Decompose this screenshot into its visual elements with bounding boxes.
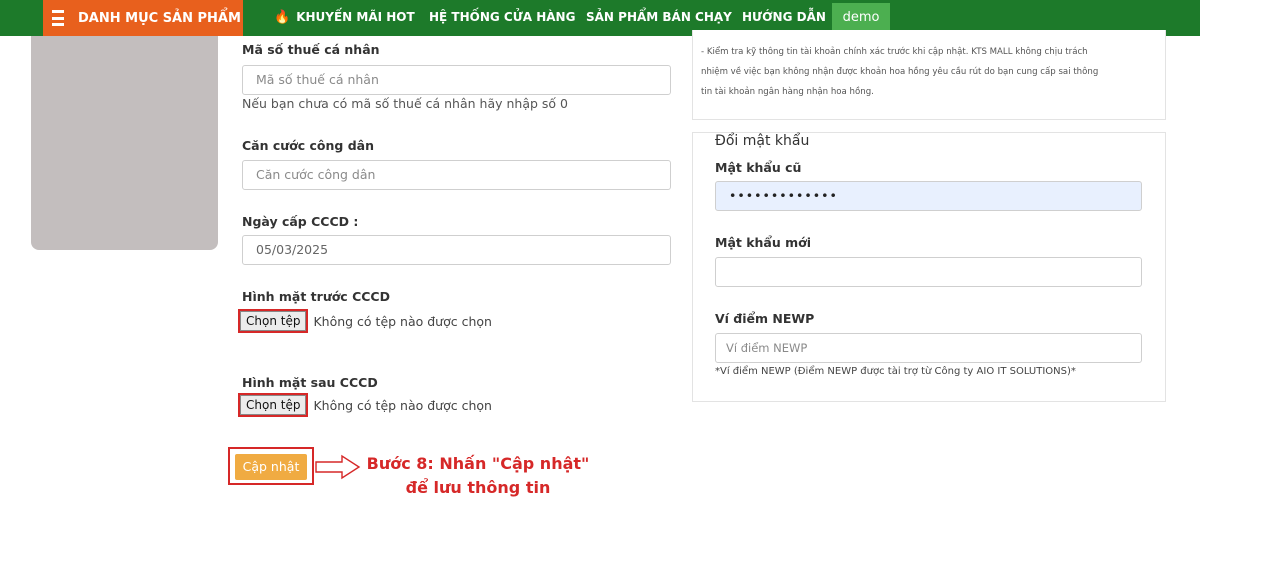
new-password-input[interactable]: [715, 257, 1142, 287]
front-image-choose-file-button[interactable]: Chọn tệp: [238, 309, 309, 333]
new-password-label: Mật khẩu mới: [715, 235, 811, 250]
bank-notice-line: tin tài khoản ngân hàng nhận hoa hồng.: [701, 87, 874, 97]
newp-wallet-input[interactable]: Ví điểm NEWP: [715, 333, 1142, 363]
front-image-file-picker: Chọn tệp Không có tệp nào được chọn: [238, 309, 492, 333]
old-password-label: Mật khẩu cũ: [715, 160, 802, 175]
nav-item-store-system[interactable]: HỆ THỐNG CỬA HÀNG: [429, 0, 575, 36]
nav-item-hot-deals[interactable]: 🔥 KHUYẾN MÃI HOT: [274, 0, 415, 36]
menu-icon: [52, 10, 64, 26]
citizen-id-input[interactable]: Căn cước công dân: [242, 160, 671, 190]
change-password-title: Đổi mật khẩu: [715, 133, 810, 149]
step-annotation-line2: để lưu thông tin: [405, 478, 551, 497]
category-menu-label: DANH MỤC SẢN PHẨM: [78, 10, 241, 26]
citizen-id-label: Căn cước công dân: [242, 138, 374, 153]
category-menu-button[interactable]: DANH MỤC SẢN PHẨM: [43, 0, 243, 36]
front-image-file-status: Không có tệp nào được chọn: [313, 313, 492, 329]
back-image-file-picker: Chọn tệp Không có tệp nào được chọn: [238, 393, 492, 417]
tax-code-hint: Nếu bạn chưa có mã số thuế cá nhân hãy n…: [242, 96, 568, 111]
newp-wallet-label: Ví điểm NEWP: [715, 311, 815, 326]
bank-notice-line: - Kiểm tra kỹ thông tin tài khoản chính …: [701, 47, 1088, 57]
bank-notice-text: - Kiểm tra kỹ thông tin tài khoản chính …: [701, 42, 1141, 102]
id-issue-date-label: Ngày cấp CCCD :: [242, 214, 359, 229]
nav-item-label: KHUYẾN MÃI HOT: [296, 10, 415, 24]
account-sidebar-card: [31, 36, 218, 250]
bank-notice-line: nhiệm về việc bạn không nhận được khoản …: [701, 67, 1099, 77]
front-image-label: Hình mặt trước CCCD: [242, 289, 390, 304]
back-image-choose-file-button[interactable]: Chọn tệp: [238, 393, 309, 417]
step-annotation-line1: Bước 8: Nhấn "Cập nhật": [366, 454, 590, 473]
demo-button[interactable]: demo: [832, 3, 890, 33]
id-issue-date-input[interactable]: 05/03/2025: [242, 235, 671, 265]
step-annotation: Bước 8: Nhấn "Cập nhật" để lưu thông tin: [360, 452, 596, 500]
fire-icon: 🔥: [274, 10, 291, 25]
newp-wallet-note: *Ví điểm NEWP (Điểm NEWP được tài trợ từ…: [715, 366, 1076, 377]
tax-code-input[interactable]: Mã số thuế cá nhân: [242, 65, 671, 95]
back-image-file-status: Không có tệp nào được chọn: [313, 397, 492, 413]
update-button[interactable]: Cập nhật: [235, 454, 307, 480]
tax-code-label: Mã số thuế cá nhân: [242, 42, 380, 57]
submit-highlight-box: Cập nhật: [228, 447, 314, 485]
arrow-right-icon: [315, 454, 361, 480]
old-password-input[interactable]: •••••••••••••: [715, 181, 1142, 211]
back-image-label: Hình mặt sau CCCD: [242, 375, 378, 390]
